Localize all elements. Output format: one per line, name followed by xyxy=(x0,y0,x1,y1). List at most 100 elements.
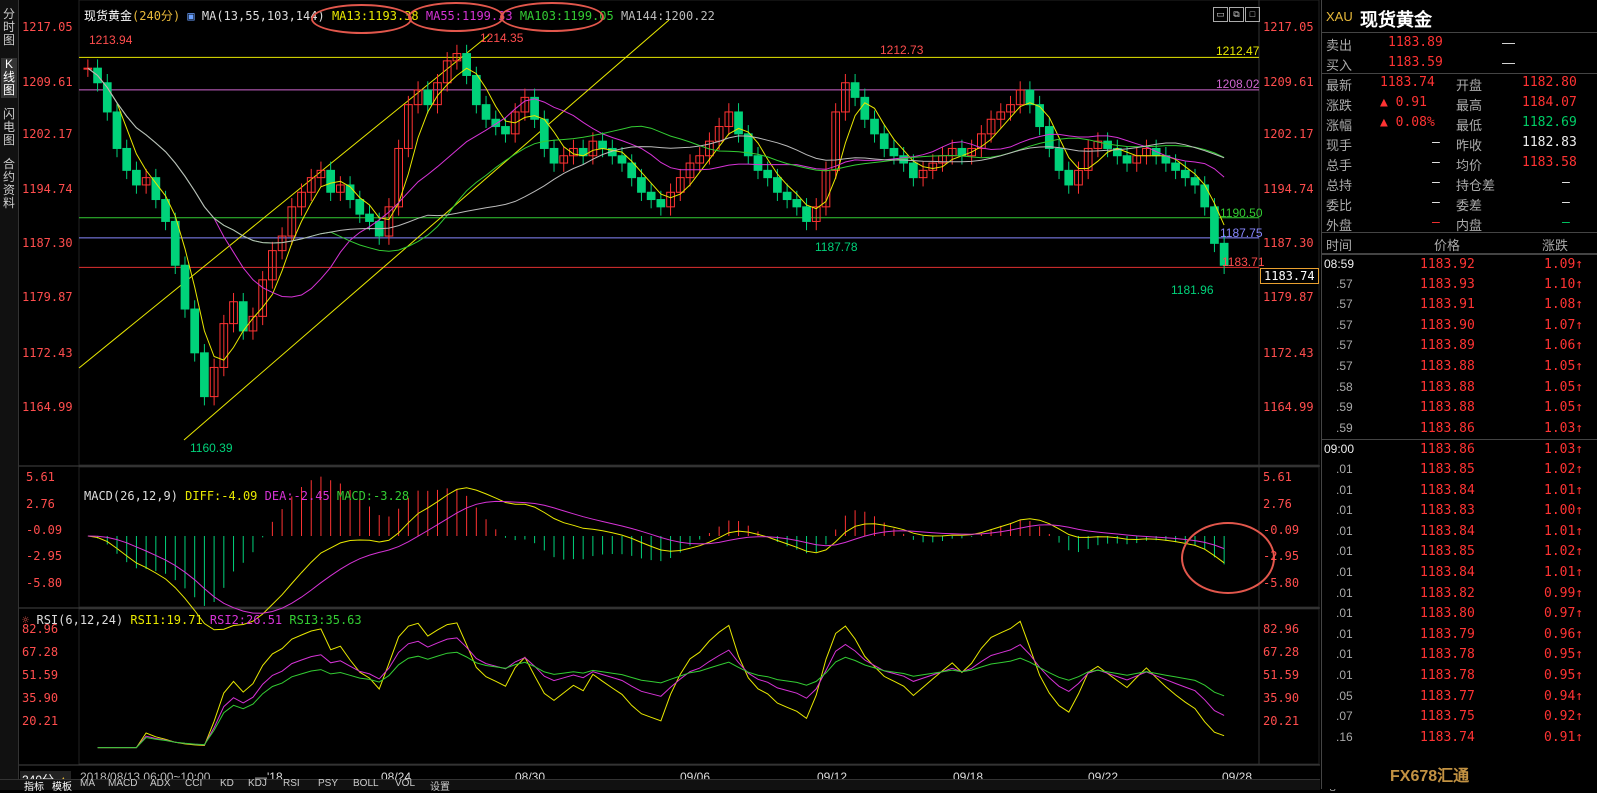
candle-body xyxy=(627,162,637,179)
tick-time: .07 xyxy=(1336,709,1353,724)
tab-contract-info[interactable]: 合约资料 xyxy=(1,158,17,214)
tick-row: .57 1183.89 1.06↑ xyxy=(1322,336,1597,356)
dea-line xyxy=(87,500,1225,614)
stat-value: — xyxy=(1432,135,1440,150)
tick-time: .57 xyxy=(1336,276,1353,291)
price-tick-right: 1194.74 xyxy=(1263,182,1314,196)
price-tick-right: 1172.43 xyxy=(1263,346,1314,360)
candle-body xyxy=(909,162,918,179)
tick-change: 1.02↑ xyxy=(1544,462,1584,477)
tick-time: .16 xyxy=(1336,729,1353,744)
stat-value: 1182.83 xyxy=(1522,135,1577,150)
indicator-tab[interactable]: KDJ xyxy=(248,778,267,789)
rsi-tick-left: 51.59 xyxy=(22,668,59,682)
stat-value: ▲ 0.91 xyxy=(1380,95,1427,110)
candle-body xyxy=(1054,147,1064,171)
tab-time-sharing[interactable]: 分时图 xyxy=(1,8,17,48)
symbol-name: 现货黄金 xyxy=(84,9,133,23)
stat-value: — xyxy=(1562,195,1570,210)
ma-line xyxy=(87,67,1225,244)
tick-row: .07 1183.75 0.92↑ xyxy=(1322,707,1597,727)
indicator-tab[interactable]: RSI xyxy=(283,778,300,789)
candle-body xyxy=(365,213,374,222)
quote-code: XAU xyxy=(1326,9,1353,24)
tick-row: .01 1183.84 1.01↑ xyxy=(1322,563,1597,583)
candle-body xyxy=(763,169,773,179)
tick-change: 1.01↑ xyxy=(1544,482,1584,498)
tick-price: 1183.88 xyxy=(1420,400,1475,416)
left-tab-bar: 分时图 K线图 闪电图 合约资料 xyxy=(0,0,19,789)
candle-body xyxy=(1122,155,1132,164)
quote-stat-row: 总手 — 均价 1183.58 xyxy=(1322,153,1597,173)
macd-diff: DIFF:-4.09 xyxy=(185,489,258,503)
indicator-tab[interactable]: 指标 xyxy=(24,778,44,793)
indicator-tab[interactable]: VOL xyxy=(395,778,415,789)
price-tick-left: 1217.05 xyxy=(22,20,73,34)
tick-row: 08:59 1183.92 1.09↑ xyxy=(1322,254,1597,275)
quote-name: 现货黄金 xyxy=(1360,10,1432,30)
tick-row: .01 1183.78 0.95↑ xyxy=(1322,645,1597,665)
tick-row: 09:00 1183.86 1.03↑ xyxy=(1322,439,1597,460)
price-tick-right: 1217.05 xyxy=(1263,20,1314,34)
tick-price: 1183.78 xyxy=(1420,668,1475,683)
tick-time: .57 xyxy=(1336,317,1353,332)
label-low-1: 1160.39 xyxy=(190,441,233,455)
indicator-tab[interactable]: 设置 xyxy=(430,778,450,793)
candle-body xyxy=(637,177,646,193)
tick-row: .16 1183.74 0.91↑ xyxy=(1322,728,1597,748)
rsi-tick-left: 67.28 xyxy=(22,645,59,659)
price-tick-left: 1172.43 xyxy=(22,346,73,360)
stat-value: 1182.80 xyxy=(1522,75,1577,90)
stat-label: 昨收 xyxy=(1456,138,1483,153)
candle-body xyxy=(753,155,763,171)
candle-body xyxy=(122,147,132,171)
ma144-value: MA144:1200.22 xyxy=(620,9,715,23)
indicator-tab[interactable]: MACD xyxy=(108,778,137,789)
indicator-tab[interactable]: PSY xyxy=(318,778,338,789)
tick-change: 1.06↑ xyxy=(1544,338,1584,354)
rsi-line xyxy=(97,620,1225,749)
kline-chart[interactable] xyxy=(19,0,1320,779)
indicator-tab[interactable]: BOLL xyxy=(353,778,379,789)
indicator-tab[interactable]: MA xyxy=(80,778,95,789)
tick-price: 1183.86 xyxy=(1420,420,1475,436)
tab-kline[interactable]: K线图 xyxy=(1,58,17,98)
candle-body xyxy=(161,199,170,222)
candle-body xyxy=(782,191,792,201)
macd-tick-right: -0.09 xyxy=(1263,523,1300,537)
candle-body xyxy=(646,191,656,201)
annotation-circle-ma13 xyxy=(311,4,412,34)
candle-body xyxy=(1035,104,1044,128)
candle-body xyxy=(180,264,190,310)
tick-price: 1183.79 xyxy=(1420,626,1475,642)
tick-row: .57 1183.93 1.10↑ xyxy=(1322,275,1597,295)
tick-change: 0.99↑ xyxy=(1544,585,1584,601)
candle-body xyxy=(549,147,559,164)
quote-stat-row: 外盘 — 内盘 — xyxy=(1322,213,1597,233)
maximize-icon[interactable]: □ xyxy=(1245,7,1260,22)
tick-row: .58 1183.88 1.05↑ xyxy=(1322,378,1597,398)
candle-body xyxy=(870,118,879,135)
macd-tick-right: -5.80 xyxy=(1263,576,1300,590)
tab-flash-chart[interactable]: 闪电图 xyxy=(1,108,17,148)
macd-value: MACD:-3.28 xyxy=(336,489,410,503)
tick-change: 1.07↑ xyxy=(1544,317,1584,333)
tick-row: .01 1183.85 1.02↑ xyxy=(1322,460,1597,480)
tick-time: .01 xyxy=(1336,523,1353,538)
candle-body xyxy=(1210,206,1219,244)
period-label: 240分 xyxy=(139,9,173,23)
indicator-tab[interactable]: ADX xyxy=(150,778,171,789)
indicator-tab[interactable]: CCI xyxy=(185,778,202,789)
restore-icon[interactable]: ⧉ xyxy=(1229,7,1244,22)
indicator-tab[interactable]: KD xyxy=(220,778,234,789)
annotation-circle-ma103 xyxy=(500,2,604,32)
indicator-tab-bar: 指标模板MAMACDADXCCIKDKDJRSIPSYBOLLVOL设置笔 xyxy=(0,778,1336,793)
rsi-tick-right: 20.21 xyxy=(1263,714,1300,728)
minimize-icon[interactable]: ▭ xyxy=(1213,7,1228,22)
candle-body xyxy=(132,169,141,186)
label-low-2: 1187.78 xyxy=(815,240,858,254)
candle-body xyxy=(1064,169,1074,186)
annotation-circle-ma55 xyxy=(408,2,504,32)
indicator-tab[interactable]: 模板 xyxy=(52,778,72,793)
macd-params: MACD(26,12,9) xyxy=(84,489,178,503)
